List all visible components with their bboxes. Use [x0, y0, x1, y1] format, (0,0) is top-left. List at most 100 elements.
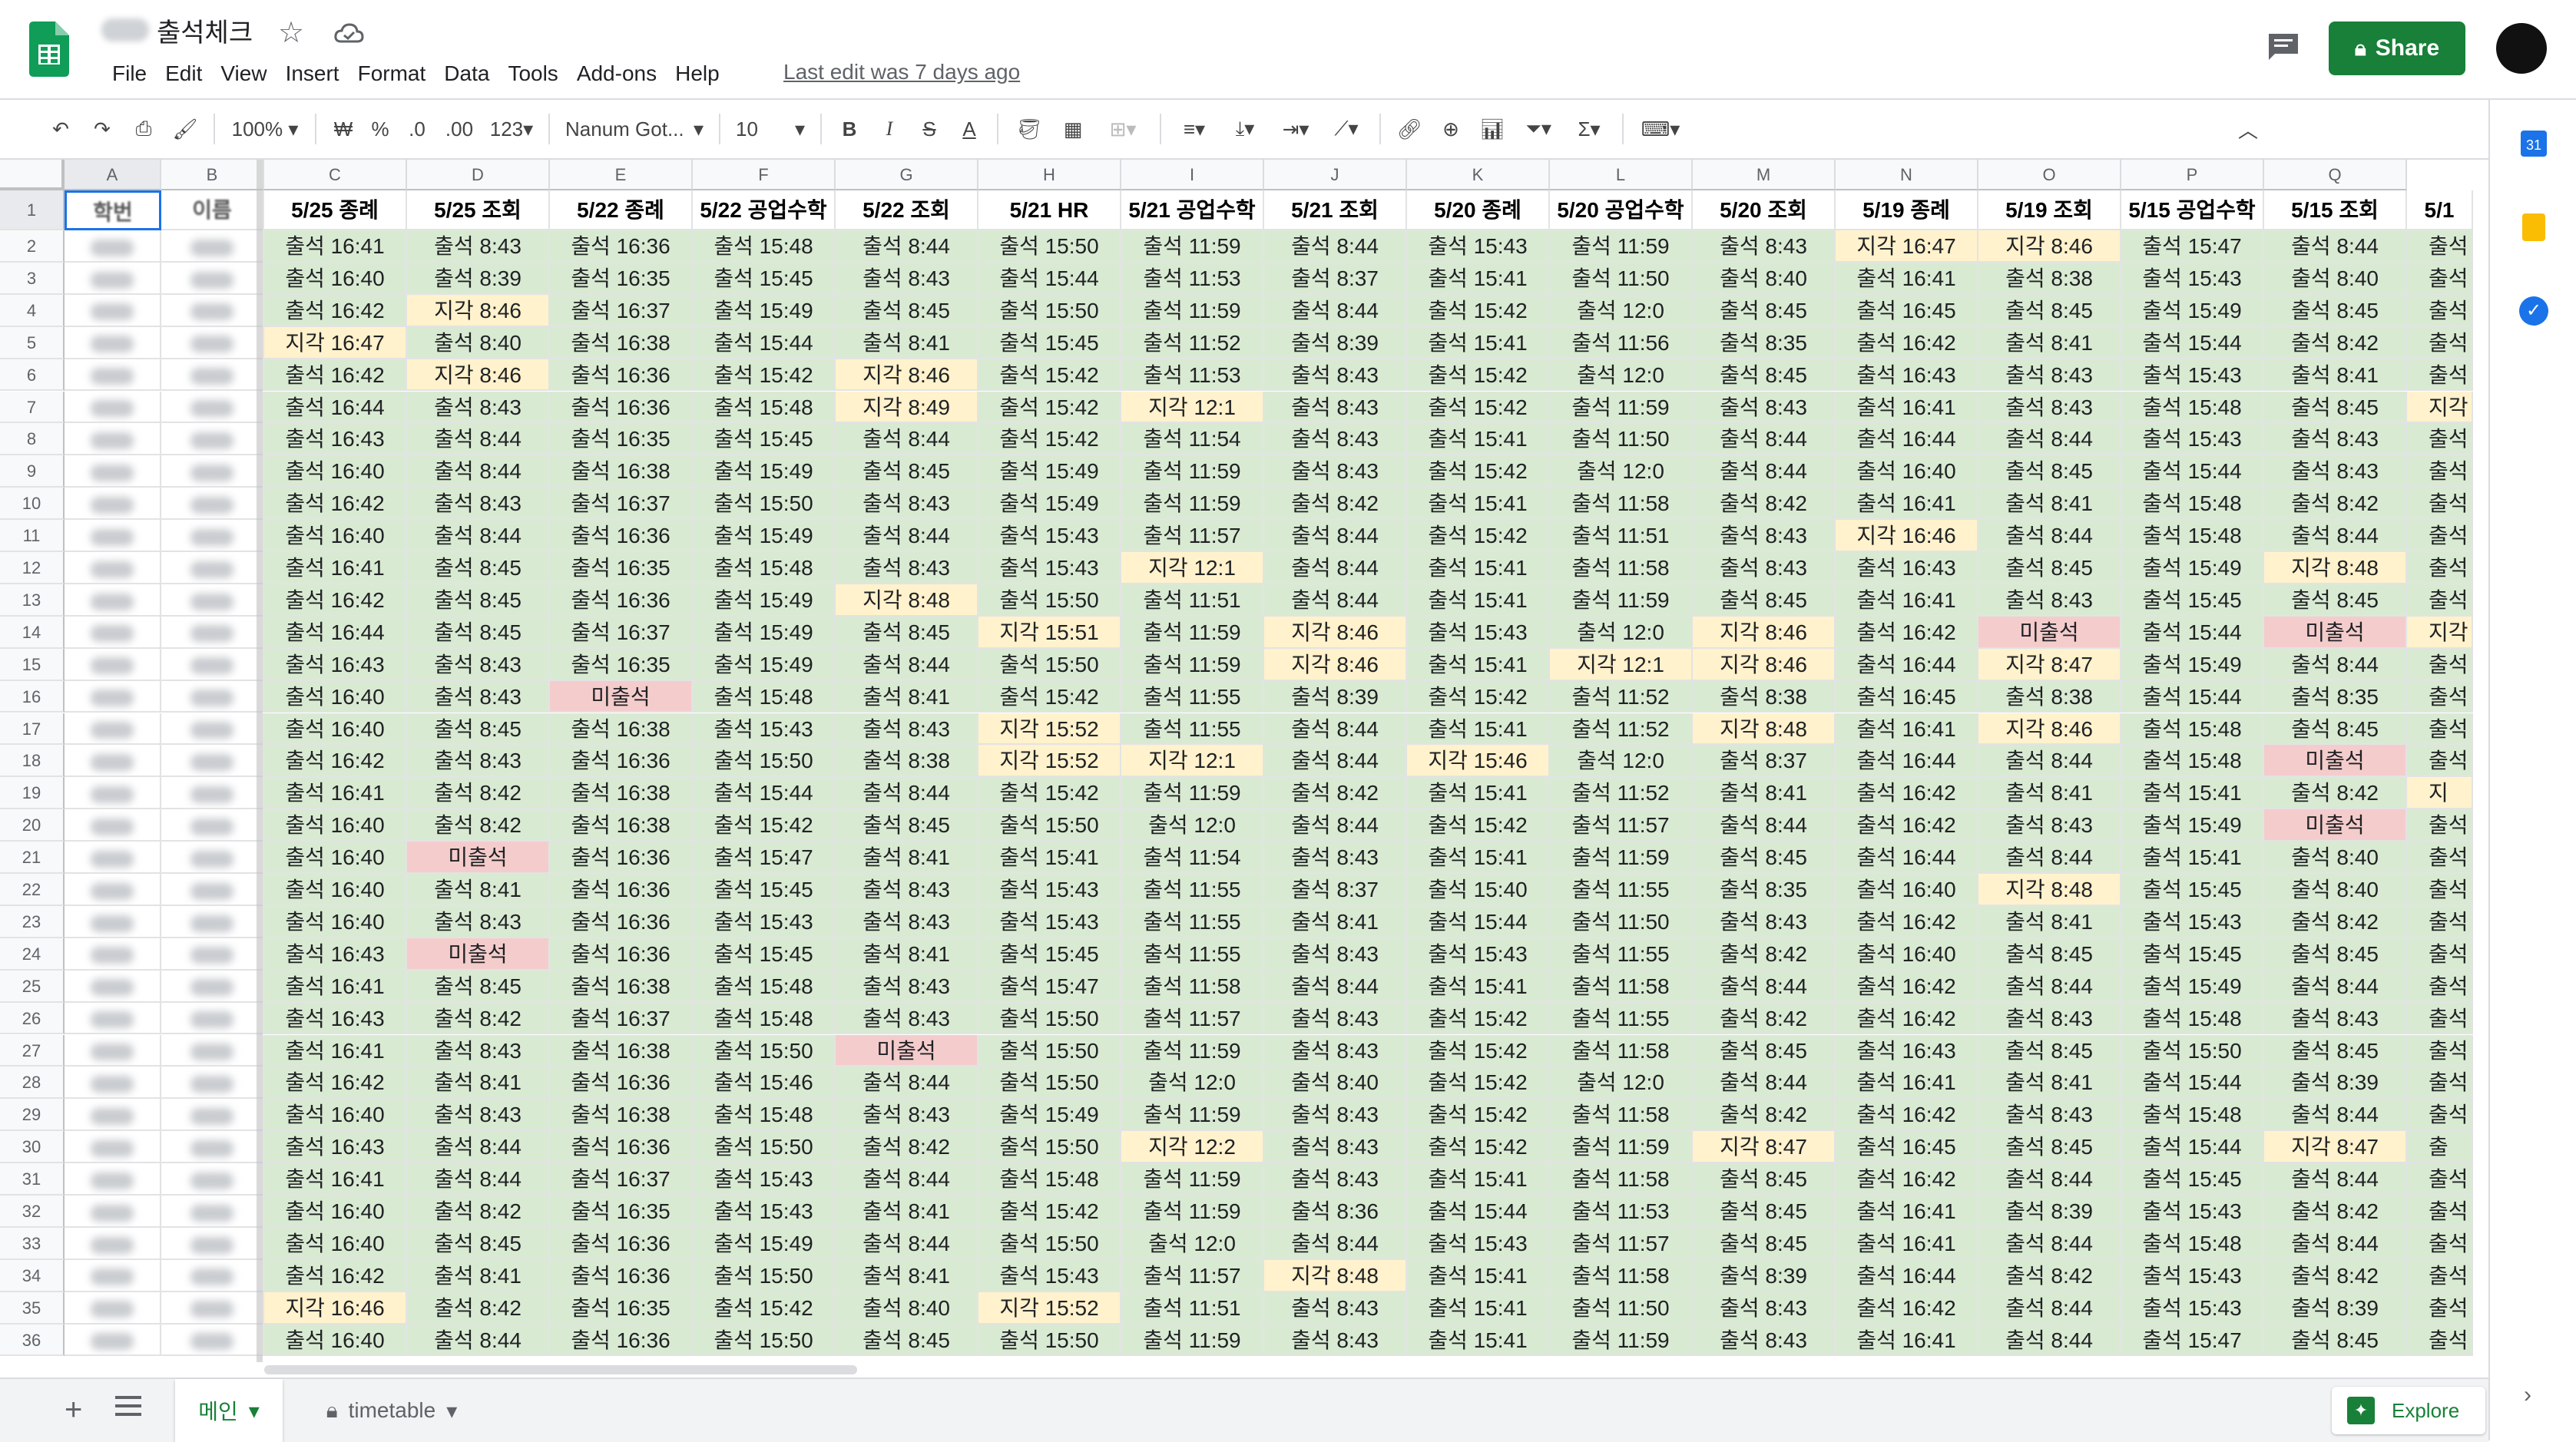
attendance-cell[interactable]: 출석 8:37: [1693, 745, 1836, 778]
attendance-cell[interactable]: 출석 15:42: [978, 1196, 1121, 1228]
attendance-cell[interactable]: 출석: [2407, 842, 2473, 874]
attendance-cell[interactable]: 출석 15:41: [1407, 584, 1550, 617]
attendance-cell[interactable]: 출석 8:43: [1264, 423, 1407, 456]
name-cell-redacted[interactable]: [161, 616, 264, 649]
attendance-cell[interactable]: 출석 8:45: [1978, 938, 2121, 971]
attendance-cell[interactable]: 지각 15:52: [978, 713, 1121, 746]
attendance-cell[interactable]: 출석 15:44: [2121, 680, 2264, 713]
session-header[interactable]: 5/22 공업수학: [693, 190, 836, 230]
attendance-cell[interactable]: 지각 15:46: [1407, 745, 1550, 778]
attendance-cell[interactable]: 출석 15:45: [2121, 584, 2264, 617]
attendance-cell[interactable]: 출석 15:45: [693, 938, 836, 971]
attendance-cell[interactable]: 미출석: [407, 938, 550, 971]
attendance-cell[interactable]: 출석 8:43: [1264, 842, 1407, 874]
attendance-cell[interactable]: 출석 15:43: [978, 520, 1121, 552]
attendance-cell[interactable]: 출석 8:44: [1264, 584, 1407, 617]
name-cell-redacted[interactable]: [161, 1131, 264, 1164]
student-id-cell-redacted[interactable]: [65, 745, 161, 778]
attendance-cell[interactable]: 출석 15:50: [693, 1034, 836, 1067]
attendance-cell[interactable]: 출석 8:41: [407, 1067, 550, 1100]
attendance-cell[interactable]: 출석 8:44: [1978, 520, 2121, 552]
attendance-cell[interactable]: 출석 8:43: [1264, 1034, 1407, 1067]
student-id-cell-redacted[interactable]: [65, 1067, 161, 1100]
increase-decimal-button[interactable]: .00: [436, 108, 482, 150]
attendance-cell[interactable]: 출석 8:44: [2264, 970, 2407, 1003]
attendance-cell[interactable]: 출석 11:59: [1121, 1034, 1264, 1067]
attendance-cell[interactable]: 출석 16:42: [1836, 905, 1978, 938]
attendance-cell[interactable]: 출석 8:45: [1693, 1034, 1836, 1067]
attendance-cell[interactable]: 출석 15:42: [693, 1292, 836, 1325]
attendance-cell[interactable]: 출석 8:39: [1693, 1259, 1836, 1292]
attendance-cell[interactable]: 출석 8:44: [1978, 1227, 2121, 1260]
attendance-cell[interactable]: 출석 11:55: [1550, 938, 1693, 971]
attendance-cell[interactable]: 지각 8:46: [1693, 616, 1836, 649]
attendance-cell[interactable]: 출석: [2407, 905, 2473, 938]
attendance-cell[interactable]: 출석 15:47: [693, 842, 836, 874]
row-header[interactable]: 20: [0, 809, 65, 842]
attendance-cell[interactable]: 출석 8:45: [1978, 1034, 2121, 1067]
name-cell-redacted[interactable]: [161, 1227, 264, 1260]
attendance-cell[interactable]: 미출석: [2264, 616, 2407, 649]
attendance-cell[interactable]: 출석 15:49: [978, 455, 1121, 488]
attendance-cell[interactable]: 출석 15:42: [978, 391, 1121, 424]
cloud-status-icon[interactable]: [333, 18, 364, 49]
attendance-cell[interactable]: 출석 8:42: [2264, 1196, 2407, 1228]
attendance-cell[interactable]: 출석 15:42: [1407, 294, 1550, 327]
attendance-cell[interactable]: 출석 8:41: [1978, 1067, 2121, 1100]
document-title[interactable]: 출석체크: [101, 11, 253, 49]
attendance-cell[interactable]: 출석 11:55: [1121, 905, 1264, 938]
attendance-cell[interactable]: 출석 16:44: [1836, 842, 1978, 874]
row-header[interactable]: 22: [0, 874, 65, 906]
all-sheets-icon[interactable]: [115, 1396, 141, 1419]
row-header[interactable]: 2: [0, 230, 65, 263]
attendance-cell[interactable]: 출석 16:42: [1836, 616, 1978, 649]
name-cell-redacted[interactable]: [161, 1324, 264, 1357]
attendance-cell[interactable]: 출석 11:53: [1550, 1196, 1693, 1228]
attendance-cell[interactable]: 출석 16:36: [550, 1067, 693, 1100]
attendance-cell[interactable]: 출석 15:50: [693, 745, 836, 778]
attendance-cell[interactable]: 출석 16:42: [264, 294, 407, 327]
attendance-cell[interactable]: 출석 16:41: [1836, 488, 1978, 521]
attendance-cell[interactable]: 출석 8:44: [1264, 552, 1407, 584]
student-id-cell-redacted[interactable]: [65, 326, 161, 359]
attendance-cell[interactable]: 출석 16:43: [1836, 1034, 1978, 1067]
last-edit-link[interactable]: Last edit was 7 days ago: [783, 60, 1020, 84]
attendance-cell[interactable]: 출석 8:45: [407, 1227, 550, 1260]
attendance-cell[interactable]: 출석 15:48: [693, 1002, 836, 1035]
attendance-cell[interactable]: 출석 15:43: [1407, 230, 1550, 263]
attendance-cell[interactable]: 출석 15:49: [2121, 648, 2264, 681]
attendance-cell[interactable]: 출석 8:44: [2264, 520, 2407, 552]
column-header-I[interactable]: I: [1121, 160, 1264, 190]
student-id-cell-redacted[interactable]: [65, 1292, 161, 1325]
attendance-cell[interactable]: 출석 8:43: [407, 905, 550, 938]
student-id-cell-redacted[interactable]: [65, 262, 161, 295]
row-header[interactable]: 12: [0, 552, 65, 584]
row-header[interactable]: 16: [0, 680, 65, 713]
attendance-cell[interactable]: 미출석: [2264, 745, 2407, 778]
attendance-cell[interactable]: 출석 11:55: [1121, 713, 1264, 746]
attendance-cell[interactable]: 출석 16:40: [264, 905, 407, 938]
attendance-cell[interactable]: 출석 15:48: [693, 1099, 836, 1132]
attendance-cell[interactable]: 출석: [2407, 1034, 2473, 1067]
attendance-cell[interactable]: 출석 16:43: [264, 938, 407, 971]
attendance-cell[interactable]: 출석 8:44: [836, 230, 978, 263]
keep-icon[interactable]: [2522, 213, 2545, 241]
attendance-cell[interactable]: 출석 16:40: [264, 874, 407, 906]
strikethrough-button[interactable]: S: [909, 108, 949, 150]
attendance-cell[interactable]: 출석 11:50: [1550, 1292, 1693, 1325]
attendance-cell[interactable]: 출석 8:42: [1264, 488, 1407, 521]
attendance-cell[interactable]: 지각: [2407, 391, 2473, 424]
attendance-cell[interactable]: 출석 11:59: [1121, 648, 1264, 681]
attendance-cell[interactable]: 출석 16:41: [264, 1034, 407, 1067]
attendance-cell[interactable]: 출석 8:43: [407, 1034, 550, 1067]
student-id-cell-redacted[interactable]: [65, 874, 161, 906]
attendance-cell[interactable]: 출석 8:45: [407, 552, 550, 584]
student-id-cell-redacted[interactable]: [65, 488, 161, 521]
attendance-cell[interactable]: 출석 8:43: [1264, 1002, 1407, 1035]
select-all-corner[interactable]: [0, 160, 65, 190]
column-header-Q[interactable]: Q: [2264, 160, 2407, 190]
attendance-cell[interactable]: 출석: [2407, 584, 2473, 617]
student-id-cell-redacted[interactable]: [65, 423, 161, 456]
attendance-cell[interactable]: 출석 8:40: [2264, 262, 2407, 295]
attendance-cell[interactable]: 출석 15:44: [2121, 326, 2264, 359]
